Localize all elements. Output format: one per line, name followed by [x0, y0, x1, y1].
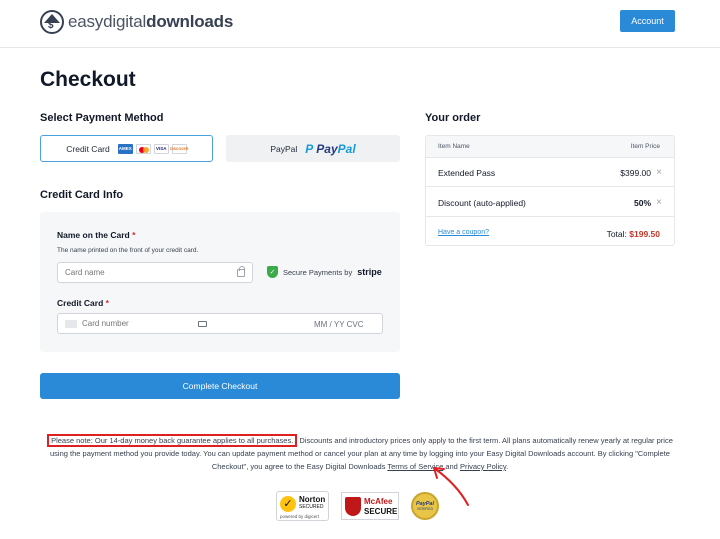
- trust-badges: ✓ Norton SECURED powered by digicert McA…: [276, 491, 439, 521]
- paypal-logo: P Pay Pal: [305, 141, 356, 156]
- remove-discount-icon[interactable]: ×: [656, 197, 662, 208]
- amex-icon: AMEX: [117, 143, 133, 154]
- norton-badge: ✓ Norton SECURED powered by digicert: [276, 491, 329, 521]
- credit-card-tab[interactable]: Credit Card AMEX VISA DISCOVER: [40, 135, 213, 162]
- norton-check-icon: ✓: [280, 496, 296, 512]
- order-row: Extended Pass $399.00 ×: [426, 158, 674, 187]
- logo[interactable]: $ easydigitaldownloads: [40, 10, 233, 34]
- logo-text: easydigitaldownloads: [68, 12, 234, 31]
- terms-notice: Please note: Our 14-day money back guara…: [40, 434, 680, 473]
- lock-icon: [237, 266, 245, 277]
- page-title: Checkout: [40, 68, 136, 91]
- stripe-logo: stripe: [357, 267, 382, 277]
- have-coupon-link[interactable]: Have a coupon?: [438, 229, 489, 236]
- paypal-tab[interactable]: PayPal P Pay Pal: [226, 135, 400, 162]
- expiry-cvc-placeholder[interactable]: MM / YY CVC: [314, 320, 364, 329]
- money-back-guarantee-highlight: Please note: Our 14-day money back guara…: [47, 434, 298, 447]
- your-order-title: Your order: [425, 112, 481, 124]
- account-button[interactable]: Account: [620, 10, 675, 32]
- order-summary: Item Name Item Price Extended Pass $399.…: [425, 135, 675, 246]
- card-name-input[interactable]: [65, 268, 252, 277]
- mcafee-shield-icon: [345, 497, 361, 516]
- order-header: Item Name Item Price: [426, 136, 674, 158]
- card-scan-icon: [198, 321, 207, 327]
- discover-icon: DISCOVER: [170, 143, 188, 154]
- remove-item-icon[interactable]: ×: [656, 167, 662, 178]
- name-on-card-desc: The name printed on the front of your cr…: [57, 247, 199, 254]
- site-header: $ easydigitaldownloads Account: [0, 0, 720, 48]
- paypal-p-icon: P: [305, 141, 314, 156]
- card-name-input-wrap[interactable]: [57, 262, 253, 283]
- secure-payments-note: ✓ Secure Payments by stripe: [267, 266, 382, 278]
- cc-info-title: Credit Card Info: [40, 189, 124, 201]
- card-logos: AMEX VISA DISCOVER: [117, 143, 188, 154]
- credit-card-tab-label: Credit Card: [66, 143, 110, 154]
- card-number-input[interactable]: [82, 319, 192, 328]
- paypal-verified-badge: PayPal VERIFIED: [411, 492, 439, 520]
- order-row: Discount (auto-applied) 50% ×: [426, 188, 674, 217]
- credit-card-label: Credit Card *: [57, 298, 109, 308]
- payment-method-title: Select Payment Method: [40, 112, 164, 124]
- mastercard-icon: [135, 143, 151, 154]
- shield-check-icon: ✓: [267, 266, 278, 278]
- card-number-input-wrap[interactable]: MM / YY CVC: [57, 313, 383, 334]
- complete-checkout-button[interactable]: Complete Checkout: [40, 373, 400, 399]
- card-icon: [65, 319, 77, 328]
- order-footer: Have a coupon? Total: $199.50: [426, 224, 674, 246]
- mcafee-badge: McAfee SECURE: [341, 492, 399, 520]
- paypal-tab-label: PayPal: [270, 143, 298, 154]
- name-on-card-label: Name on the Card *: [57, 230, 136, 240]
- visa-icon: VISA: [153, 143, 169, 154]
- logo-mountain-icon: $: [40, 10, 64, 34]
- order-total: Total: $199.50: [606, 229, 660, 239]
